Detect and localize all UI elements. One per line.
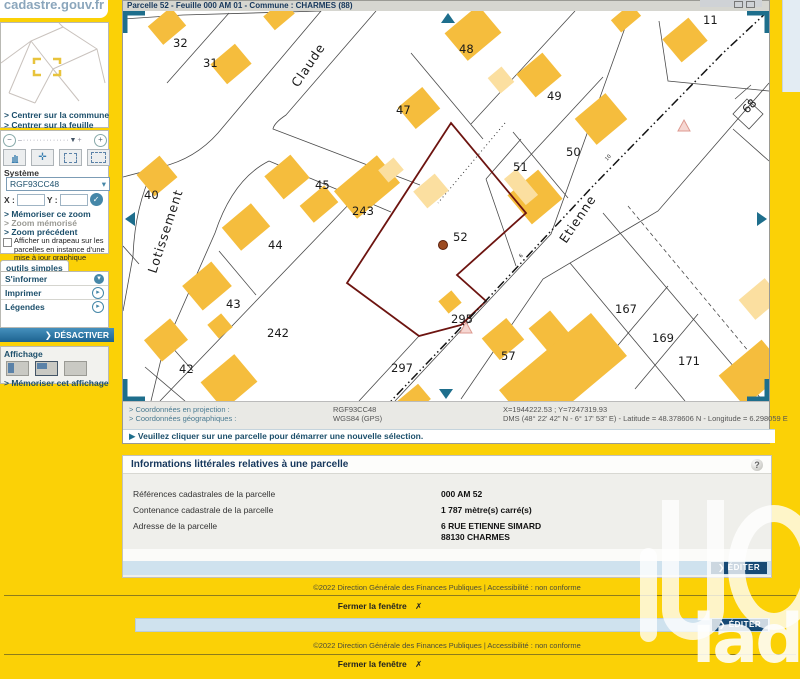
tools-panel: − –··············▼+ + ✛ Système RGF93CC4… — [0, 130, 109, 254]
adresse-label: Adresse de la parcelle — [133, 521, 217, 531]
contenance-label: Contenance cadastrale de la parcelle — [133, 505, 273, 515]
coords-proj-system: RGF93CC48 — [333, 405, 376, 414]
center-tool[interactable]: ✛ — [31, 149, 54, 166]
parcel-label-169: 169 — [652, 331, 674, 345]
coords-proj-value: X=1944222.53 ; Y=7247319.93 — [503, 405, 607, 414]
coords-geo-value: DMS (48° 22' 42" N - 6° 17' 53" E) - Lat… — [503, 414, 788, 423]
layout-thumb-3[interactable] — [64, 361, 87, 376]
parcel-label-43: 43 — [226, 297, 241, 311]
y-input[interactable] — [60, 194, 88, 206]
parcel-label-49: 49 — [547, 89, 562, 103]
parcel-label-45: 45 — [315, 178, 330, 192]
minimap[interactable] — [1, 23, 108, 105]
copyright-text: ©2022 Direction Générale des Finances Pu… — [122, 583, 772, 592]
parcel-label-48: 48 — [459, 42, 474, 56]
y-label: Y : — [47, 195, 58, 205]
layout-thumb-1[interactable] — [6, 361, 29, 376]
parcel-label-171: 171 — [678, 354, 700, 368]
window-restore-icon[interactable] — [734, 1, 743, 8]
parcel-label-11: 11 — [703, 13, 718, 27]
parcel-label-52: 52 — [453, 230, 468, 244]
zoom-slider[interactable]: –··············▼+ — [18, 137, 92, 144]
sinformer-label: S'informer — [5, 274, 47, 284]
system-value: RGF93CC48 — [10, 179, 59, 189]
parcel-label-51: 51 — [513, 160, 528, 174]
parcel-label-32: 32 — [173, 36, 188, 50]
system-select[interactable]: RGF93CC48 ▾ — [6, 177, 110, 191]
collapse-icon[interactable]: ▾ — [94, 274, 104, 284]
center-feuille-link[interactable]: > Centrer sur la feuille — [1, 120, 108, 130]
chevron-down-icon: ▾ — [102, 179, 106, 190]
parcel-label-243: 243 — [352, 204, 374, 218]
zoom-out-icon[interactable]: − — [3, 134, 16, 147]
editer-button[interactable]: ❯ ÉDITER — [711, 562, 767, 574]
map-message: Veuillez cliquer sur une parcelle pour d… — [138, 431, 423, 441]
zoom-in-icon[interactable]: + — [94, 134, 107, 147]
layout-thumb-2[interactable] — [35, 361, 58, 376]
parcel-label-242: 242 — [267, 326, 289, 340]
coords-proj-label: > Coordonnées en projection : — [129, 405, 230, 414]
affichage-panel: Affichage > Mémoriser cet affichage — [0, 346, 109, 384]
contenance-value: 1 787 mètre(s) carré(s) — [441, 505, 532, 515]
extent-tool[interactable] — [87, 149, 110, 166]
zoom-rect-tool[interactable] — [59, 149, 82, 166]
editer-button-2[interactable]: ❯ ÉDITER — [712, 619, 768, 631]
accordion-imprimer[interactable]: Imprimer ▸ — [1, 286, 108, 300]
parcel-info-panel: Informations littérales relatives à une … — [122, 455, 772, 578]
cadastre-map[interactable]: 3231484749115051684540243524443242422952… — [123, 11, 769, 401]
x-input[interactable] — [17, 194, 45, 206]
parcel-label-167: 167 — [615, 302, 637, 316]
map-window: Parcelle 52 - Feuille 000 AM 01 - Commun… — [122, 0, 770, 444]
coords-geo-label: > Coordonnées géographiques : — [129, 414, 236, 423]
goto-xy-button[interactable]: ✓ — [90, 193, 103, 206]
center-commune-link[interactable]: > Centrer sur la commune — [1, 110, 108, 120]
close-icon[interactable]: ✗ — [415, 659, 422, 669]
x-label: X : — [4, 195, 15, 205]
adresse-value-line1: 6 RUE ETIENNE SIMARD — [441, 521, 541, 531]
legendes-label: Légendes — [5, 302, 45, 312]
help-icon[interactable]: ? — [751, 459, 763, 471]
ref-value: 000 AM 52 — [441, 489, 482, 499]
underlying-page-sliver — [782, 0, 800, 92]
expand-icon[interactable]: ▸ — [92, 301, 104, 313]
copyright-text-2: ©2022 Direction Générale des Finances Pu… — [122, 641, 772, 650]
window-close-icon[interactable] — [746, 1, 755, 8]
parcel-label-57: 57 — [501, 349, 516, 363]
arrow-right-icon: ▶ — [129, 431, 138, 441]
expand-icon[interactable]: ▸ — [92, 287, 104, 299]
flag-checkbox[interactable] — [3, 238, 12, 247]
second-editer-strip — [135, 618, 770, 632]
adresse-value-line2: 88130 CHARMES — [441, 532, 510, 542]
imprimer-label: Imprimer — [5, 288, 41, 298]
coords-geo-system: WGS84 (GPS) — [333, 414, 382, 423]
info-panel-title: Informations littérales relatives à une … — [123, 456, 771, 474]
affichage-title: Affichage — [1, 347, 108, 359]
ref-label: Références cadastrales de la parcelle — [133, 489, 275, 499]
selection-point-marker — [439, 241, 448, 250]
parcel-label-40: 40 — [144, 188, 159, 202]
parcel-label-295: 295 — [451, 312, 473, 326]
memorize-display-link[interactable]: > Mémoriser cet affichage — [1, 378, 108, 388]
minimap-panel: > Centrer sur la commune > Centrer sur l… — [0, 22, 109, 128]
accordion-panel: S'informer ▾ Imprimer ▸ Légendes ▸ — [0, 271, 109, 328]
chevron-right-icon: ❯ — [45, 330, 54, 340]
pan-hand-tool[interactable] — [3, 149, 26, 166]
window-controls-strip — [700, 0, 762, 7]
parcel-label-47: 47 — [396, 103, 411, 117]
close-window-link-2[interactable]: Fermer la fenêtre ✗ — [0, 659, 760, 670]
site-logo[interactable]: cadastre.gouv.fr — [0, 0, 108, 18]
accordion-sinformer[interactable]: S'informer ▾ — [1, 272, 108, 286]
parcel-label-44: 44 — [268, 238, 283, 252]
desactiver-button[interactable]: ❯ DÉSACTIVER — [0, 328, 114, 342]
accordion-legendes[interactable]: Légendes ▸ — [1, 300, 108, 313]
parcel-label-297: 297 — [391, 361, 413, 375]
close-window-link[interactable]: Fermer la fenêtre ✗ — [0, 601, 760, 612]
close-icon[interactable]: ✗ — [415, 601, 422, 611]
parcel-label-31: 31 — [203, 56, 218, 70]
parcel-label-50: 50 — [566, 145, 581, 159]
parcel-label-42: 42 — [179, 362, 194, 376]
